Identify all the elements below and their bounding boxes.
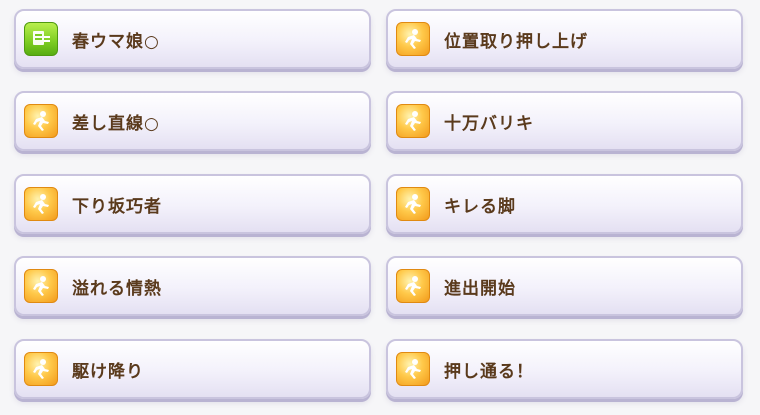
skill-grid: 春ウマ娘○ 位置取り押し上げ 差し直線○ 十万バリキ 下り坂巧者 キレる脚 溢れ… [0, 0, 760, 415]
green-card-icon [24, 22, 58, 56]
gold-runner-icon [396, 352, 430, 386]
gold-runner-icon [24, 269, 58, 303]
gold-runner-icon [24, 352, 58, 386]
skill-card-push-through[interactable]: 押し通る！ [386, 339, 743, 399]
skill-name: 進出開始 [444, 278, 516, 299]
skill-name: キレる脚 [444, 196, 516, 217]
skill-card-overflowing-passion[interactable]: 溢れる情熱 [14, 256, 371, 316]
skill-card-position-push[interactable]: 位置取り押し上げ [386, 9, 743, 69]
gold-runner-icon [396, 187, 430, 221]
skill-card-spring-uma-musume[interactable]: 春ウマ娘○ [14, 9, 371, 69]
skill-name: 溢れる情熱 [72, 278, 162, 299]
gold-runner-icon [396, 104, 430, 138]
gold-runner-icon [24, 104, 58, 138]
skill-card-100k-horsepower[interactable]: 十万バリキ [386, 91, 743, 151]
skill-card-advance-start[interactable]: 進出開始 [386, 256, 743, 316]
skill-name: 押し通る！ [444, 361, 534, 382]
gold-runner-icon [396, 22, 430, 56]
skill-card-run-down[interactable]: 駆け降り [14, 339, 371, 399]
skill-name: 下り坂巧者 [72, 196, 162, 217]
skill-name: 春ウマ娘○ [72, 31, 160, 52]
skill-name: 駆け降り [72, 361, 144, 382]
skill-card-downhill-expert[interactable]: 下り坂巧者 [14, 174, 371, 234]
gold-runner-icon [396, 269, 430, 303]
skill-card-late-straight[interactable]: 差し直線○ [14, 91, 371, 151]
gold-runner-icon [24, 187, 58, 221]
skill-card-sharp-legs[interactable]: キレる脚 [386, 174, 743, 234]
skill-name: 差し直線○ [72, 113, 160, 134]
skill-name: 位置取り押し上げ [444, 31, 588, 52]
skill-name: 十万バリキ [444, 113, 534, 134]
